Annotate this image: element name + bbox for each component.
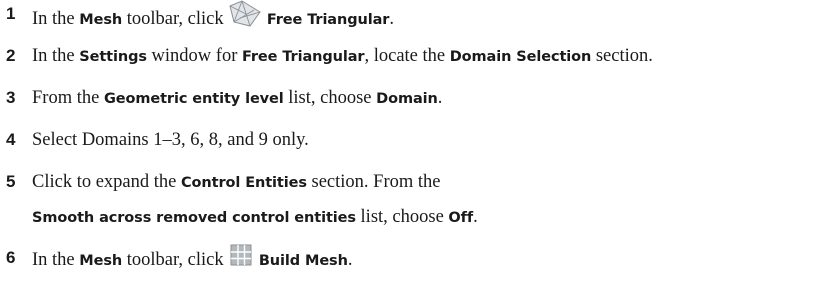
- step-6: 6 In the Mesh toolbar, click Build Mesh.: [6, 244, 353, 275]
- step-text: window for: [146, 46, 242, 66]
- step-text: From the: [32, 88, 104, 108]
- domain-selection-label: Domain Selection: [449, 49, 592, 65]
- geometric-entity-level-label: Geometric entity level: [103, 91, 284, 107]
- step-text: , locate the: [364, 46, 450, 66]
- step-text: section. From the: [306, 172, 441, 192]
- step-5: 5 Click to expand the Control Entities s…: [6, 170, 478, 230]
- step-5-line-2: Smooth across removed control entities l…: [32, 205, 478, 230]
- step-text: list, choose: [355, 207, 449, 227]
- build-mesh-icon: [228, 244, 254, 273]
- smooth-across-label: Smooth across removed control entities: [32, 210, 356, 226]
- build-mesh-label: Build Mesh: [258, 252, 348, 269]
- mesh-toolbar-label: Mesh: [79, 11, 123, 28]
- step-text: .: [389, 8, 394, 29]
- free-triangular-label: Free Triangular: [241, 49, 365, 65]
- step-number: 5: [6, 172, 16, 191]
- step-number: 1: [6, 4, 16, 23]
- step-text: In the: [32, 46, 80, 66]
- domain-label: Domain: [376, 91, 438, 107]
- step-text: section.: [591, 46, 653, 66]
- step-3: 3 From the Geometric entity level list, …: [6, 86, 442, 111]
- step-text: .: [473, 207, 478, 227]
- step-number: 6: [6, 248, 16, 267]
- free-triangular-label: Free Triangular: [266, 11, 390, 28]
- step-4: 4 Select Domains 1–3, 6, 8, and 9 only.: [6, 128, 309, 152]
- free-triangular-icon: [228, 0, 262, 35]
- step-text: Click to expand the: [32, 172, 181, 192]
- mesh-toolbar-label: Mesh: [79, 252, 123, 269]
- step-text: .: [347, 249, 353, 270]
- step-text: toolbar, click: [122, 249, 229, 270]
- step-number: 2: [6, 46, 16, 65]
- step-text: In the: [32, 8, 80, 29]
- step-text: In the: [32, 249, 80, 270]
- step-text: list, choose: [283, 88, 377, 108]
- step-text: toolbar, click: [122, 8, 229, 29]
- step-number: 4: [6, 130, 16, 149]
- step-2: 2 In the Settings window for Free Triang…: [6, 44, 653, 69]
- off-label: Off: [448, 210, 474, 226]
- step-text: Select Domains 1–3, 6, 8, and 9 only.: [32, 130, 309, 150]
- step-1: 1 In the Mesh toolbar, click Free Triang…: [6, 0, 394, 37]
- step-text: .: [437, 88, 443, 108]
- control-entities-label: Control Entities: [181, 175, 307, 191]
- step-number: 3: [6, 88, 16, 107]
- settings-label: Settings: [79, 49, 147, 65]
